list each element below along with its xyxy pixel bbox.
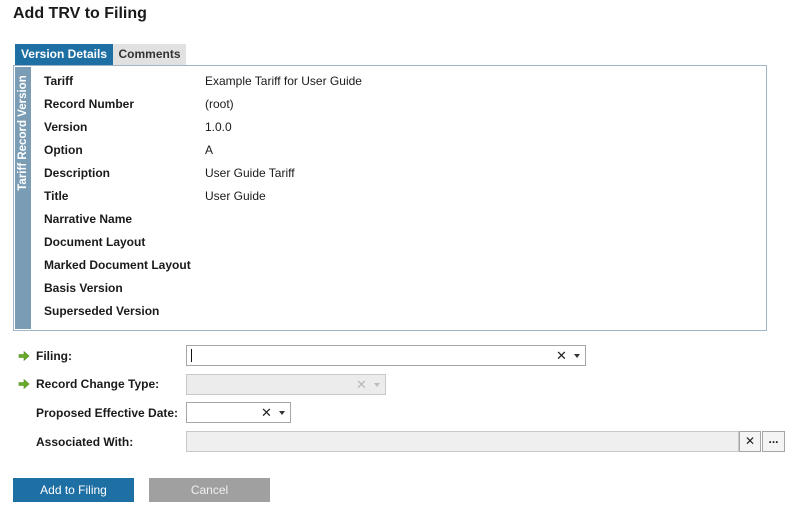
associated-with-clear-button[interactable]: ✕ — [739, 431, 761, 452]
property-value: User Guide Tariff — [205, 166, 295, 180]
property-row: Record Number (root) — [44, 93, 362, 116]
cancel-button[interactable]: Cancel — [149, 478, 270, 502]
record-change-type-combobox[interactable]: ✕ — [186, 374, 386, 395]
associated-with-field[interactable] — [186, 431, 739, 452]
record-change-type-row: Record Change Type: — [18, 373, 159, 395]
property-row: Narrative Name — [44, 208, 362, 231]
text-cursor — [191, 349, 192, 362]
filing-row: Filing: — [18, 345, 72, 367]
property-row: Option A — [44, 139, 362, 162]
property-row: Tariff Example Tariff for User Guide — [44, 70, 362, 93]
date-dropdown-icon[interactable] — [279, 411, 285, 415]
property-label: Version — [44, 120, 88, 134]
record-change-type-dropdown-icon — [374, 383, 380, 387]
panel-sidebar: Tariff Record Version — [15, 67, 31, 329]
associated-with-label: Associated With: — [36, 435, 134, 449]
property-value: User Guide — [205, 189, 266, 203]
proposed-effective-date-label: Proposed Effective Date: — [36, 406, 179, 420]
add-to-filing-button[interactable]: Add to Filing — [13, 478, 134, 502]
sidebar-label: Tariff Record Version — [17, 75, 29, 191]
proposed-effective-date-picker[interactable]: ✕ — [186, 402, 291, 423]
tab-bar: Version Details Comments — [15, 44, 186, 65]
property-label: Title — [44, 189, 69, 203]
filing-label: Filing: — [36, 349, 72, 363]
property-label: Marked Document Layout — [44, 258, 191, 272]
property-label: Description — [44, 166, 111, 180]
filing-combobox[interactable]: ✕ — [186, 345, 586, 366]
record-change-type-label: Record Change Type: — [36, 377, 160, 391]
tab-version-details[interactable]: Version Details — [15, 44, 113, 65]
property-value: 1.0.0 — [205, 120, 232, 134]
associated-with-browse-button[interactable]: ... — [762, 431, 785, 452]
associated-with-row: Associated With: — [18, 431, 133, 453]
property-label: Document Layout — [44, 235, 146, 249]
property-value: Example Tariff for User Guide — [205, 74, 362, 88]
property-row: Version 1.0.0 — [44, 116, 362, 139]
property-row: Marked Document Layout — [44, 254, 362, 277]
filing-dropdown-icon[interactable] — [574, 354, 580, 358]
version-details-panel: Tariff Record Version Tariff Example Tar… — [13, 65, 767, 331]
property-row: Basis Version — [44, 277, 362, 300]
property-row: Description User Guide Tariff — [44, 162, 362, 185]
dialog-title: Add TRV to Filing — [13, 5, 147, 22]
property-label: Tariff — [44, 74, 74, 88]
property-label: Superseded Version — [44, 304, 160, 318]
property-row: Title User Guide — [44, 185, 362, 208]
record-change-type-clear-icon: ✕ — [356, 377, 367, 392]
required-arrow-icon — [18, 350, 30, 362]
filing-clear-icon[interactable]: ✕ — [556, 348, 567, 364]
property-list: Tariff Example Tariff for User Guide Rec… — [44, 70, 362, 323]
property-label: Basis Version — [44, 281, 123, 295]
date-clear-icon[interactable]: ✕ — [261, 405, 272, 421]
property-label: Option — [44, 143, 83, 157]
required-arrow-icon — [18, 378, 30, 390]
property-label: Record Number — [44, 97, 135, 111]
property-row: Superseded Version — [44, 300, 362, 323]
property-value: (root) — [205, 97, 234, 111]
property-value: A — [205, 143, 214, 157]
proposed-effective-date-row: Proposed Effective Date: — [18, 402, 178, 424]
property-label: Narrative Name — [44, 212, 133, 226]
tab-comments[interactable]: Comments — [113, 44, 186, 65]
property-row: Document Layout — [44, 231, 362, 254]
